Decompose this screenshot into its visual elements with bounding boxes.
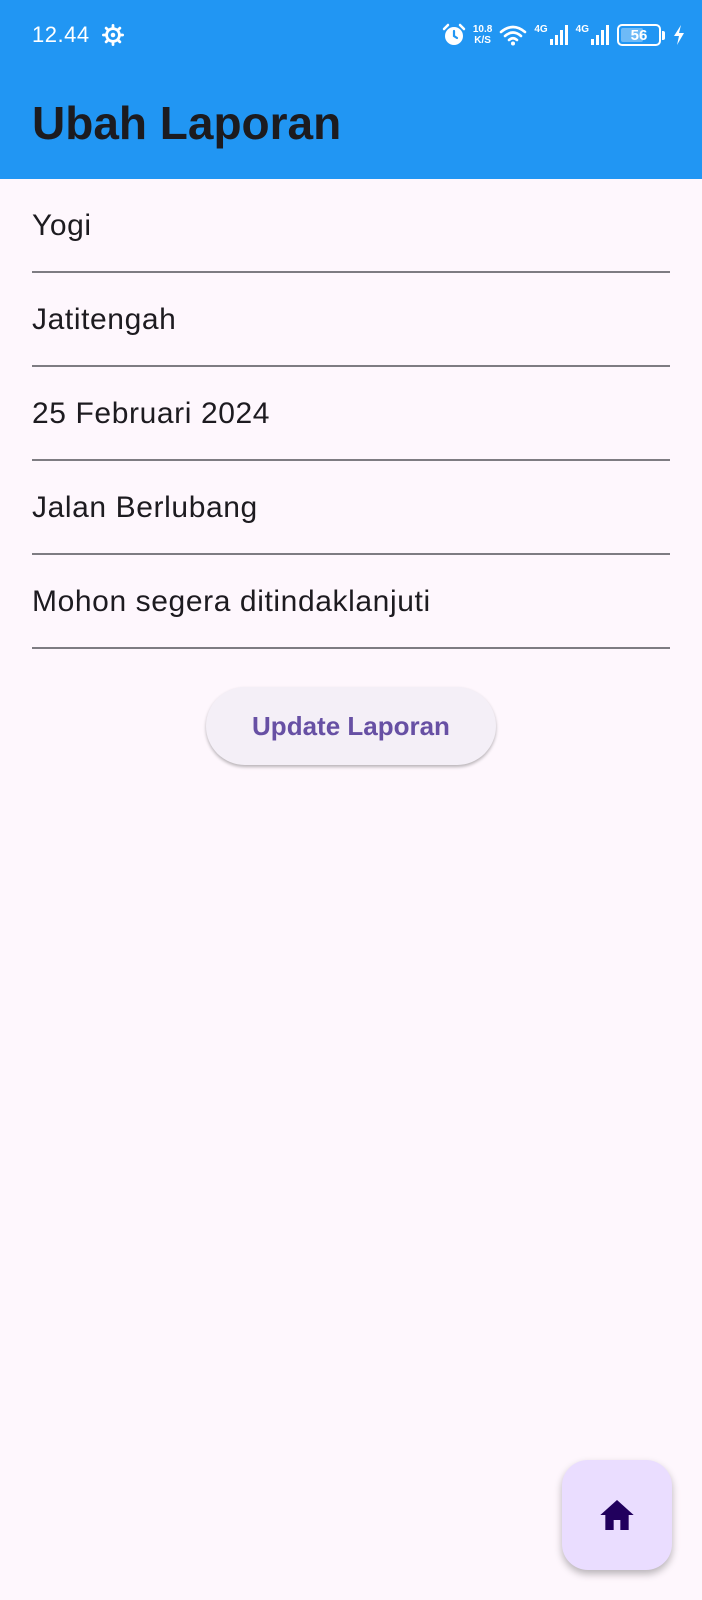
- battery-tip: [662, 30, 665, 40]
- sim2-signal: 4G: [576, 24, 610, 46]
- location-field[interactable]: Jatitengah: [32, 273, 670, 367]
- status-icons: 10.8 K/S 4G 4G 56: [442, 20, 686, 50]
- settings-gear-icon: [102, 24, 124, 46]
- report-title-field-value: Jalan Berlubang: [32, 491, 258, 524]
- signal-icon: [549, 25, 568, 45]
- date-field[interactable]: 25 Februari 2024: [32, 367, 670, 461]
- description-field[interactable]: Mohon segera ditindaklanjuti: [32, 555, 670, 649]
- home-icon: [600, 1500, 634, 1530]
- net-speed: 10.8 K/S: [473, 24, 492, 46]
- battery-percent: 56: [630, 26, 648, 44]
- alarm-icon: [442, 23, 466, 45]
- charging-icon: [674, 25, 684, 45]
- report-title-field[interactable]: Jalan Berlubang: [32, 461, 670, 555]
- location-field-value: Jatitengah: [32, 303, 177, 336]
- net-speed-value: 10.8: [472, 24, 493, 35]
- app-bar: 12.44 10.8 K/S 4G 4G 56 Ubah Laporan: [0, 0, 702, 179]
- report-form: Yogi Jatitengah 25 Februari 2024 Jalan B…: [32, 179, 670, 649]
- date-field-value: 25 Februari 2024: [32, 397, 271, 430]
- page-title: Ubah Laporan: [32, 97, 342, 149]
- status-bar: 12.44 10.8 K/S 4G 4G 56: [0, 0, 702, 72]
- net-speed-unit: K/S: [474, 35, 491, 46]
- description-field-value: Mohon segera ditindaklanjuti: [32, 585, 431, 618]
- wifi-icon: [500, 25, 527, 46]
- name-field-value: Yogi: [32, 209, 92, 242]
- sim1-label: 4G: [534, 24, 548, 35]
- sim2-label: 4G: [575, 24, 589, 35]
- home-fab-button[interactable]: [562, 1460, 672, 1570]
- sim1-signal: 4G: [534, 24, 568, 46]
- signal-icon: [591, 25, 609, 45]
- battery-icon: 56: [617, 24, 661, 46]
- status-time: 12.44: [32, 22, 90, 47]
- name-field[interactable]: Yogi: [32, 179, 670, 273]
- update-report-button[interactable]: Update Laporan: [206, 687, 496, 765]
